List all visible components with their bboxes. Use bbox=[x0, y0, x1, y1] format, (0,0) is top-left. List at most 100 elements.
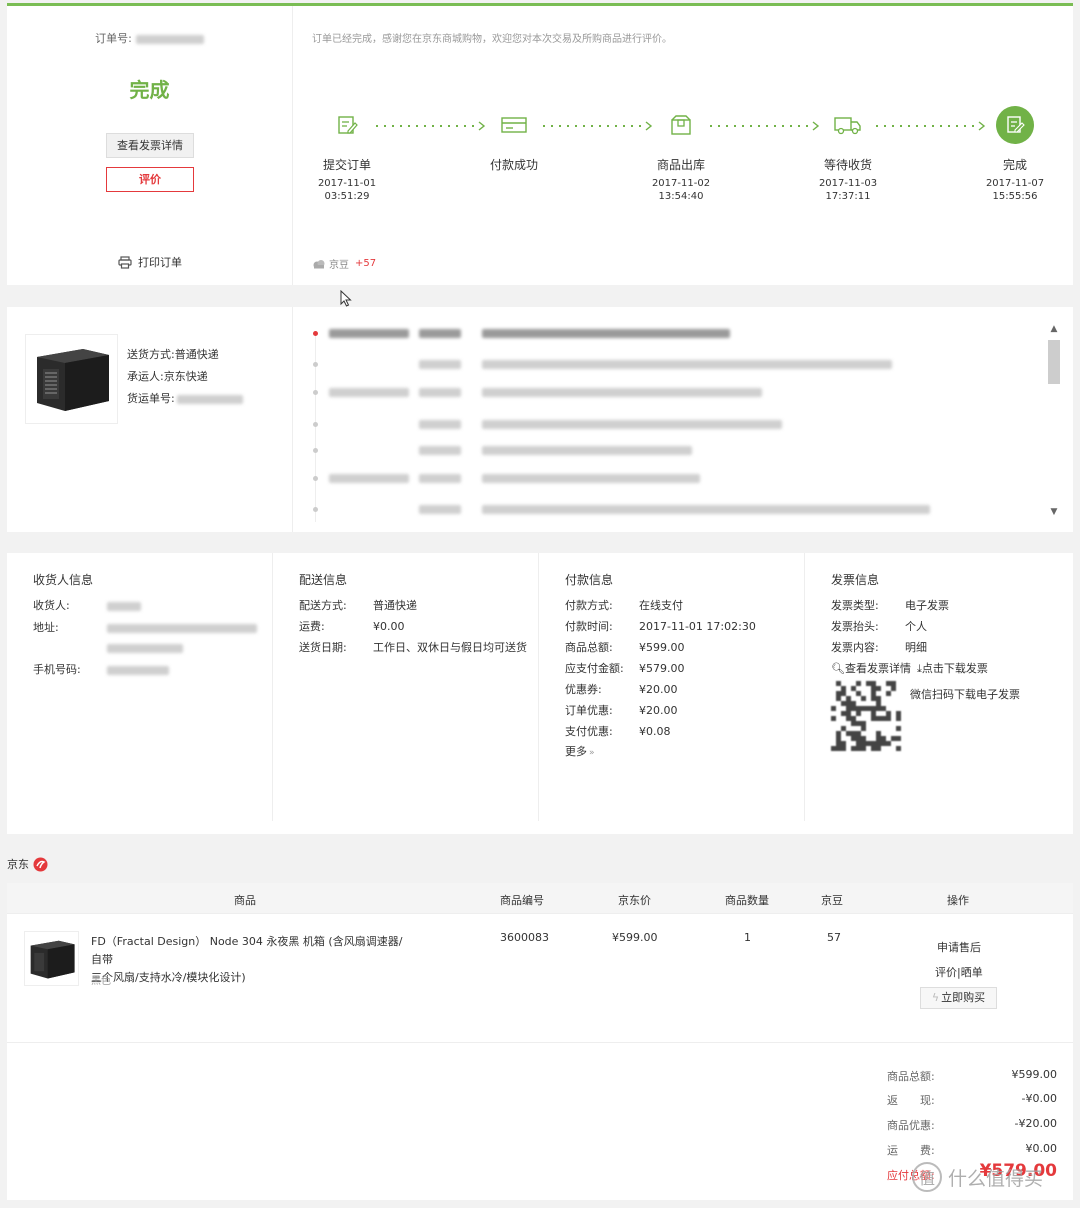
after-sale-link[interactable]: 申请售后 bbox=[937, 939, 981, 955]
receiver-address-line2 bbox=[107, 641, 183, 654]
summary-row: 商品优惠: -¥20.00 bbox=[887, 1117, 1057, 1133]
column-header: 商品编号 bbox=[500, 894, 544, 907]
buy-again-label: 立即购买 bbox=[941, 991, 986, 1004]
payment-row-value: 在线支付 bbox=[639, 599, 683, 612]
summary-label: 运 费: bbox=[887, 1144, 935, 1157]
pc-case-image bbox=[36, 349, 109, 411]
shop-name: 京东 bbox=[7, 858, 29, 871]
column-header: 京豆 bbox=[821, 894, 843, 907]
status-message: 订单已经完成，感谢您在京东商城购物，欢迎您对本次交易及所购商品进行评价。 bbox=[312, 34, 672, 45]
carrier-value: 京东快递 bbox=[163, 370, 208, 383]
order-number: 订单号: bbox=[7, 30, 292, 46]
payment-row-label: 应支付金额: bbox=[565, 662, 624, 675]
product-thumbnail[interactable] bbox=[25, 334, 118, 424]
delivery-fee: 运费: ¥0.00 bbox=[299, 618, 405, 634]
payment-info: 付款信息 付款方式: 在线支付 付款时间: 2017-11-01 17:02:30 … bbox=[539, 553, 805, 821]
status-summary: 订单号: 完成 查看发票详情 评价 打印订单 bbox=[7, 6, 293, 285]
delivery-info-title: 配送信息 bbox=[299, 573, 348, 587]
timeline-dot bbox=[313, 422, 318, 427]
step-name: 付款成功 bbox=[489, 158, 538, 172]
product-thumbnail[interactable] bbox=[24, 931, 79, 986]
shipping-carrier: 承运人:京东快递 bbox=[127, 368, 208, 384]
step-completed: 完成 2017-11-07 15:55:56 bbox=[955, 106, 1075, 203]
product-price: ¥599.00 bbox=[612, 931, 658, 944]
step-date: 2017-11-01 bbox=[317, 178, 377, 189]
scroll-down-icon[interactable]: ▼ bbox=[1047, 507, 1061, 517]
payment-row-value: ¥20.00 bbox=[639, 683, 678, 696]
order-number-label: 订单号: bbox=[95, 32, 132, 45]
receiver-phone-label: 手机号码: bbox=[33, 663, 81, 676]
order-number-value-redacted bbox=[135, 34, 204, 44]
review-button[interactable]: 评价 bbox=[106, 167, 194, 192]
summary-row: 商品总额: ¥599.00 bbox=[887, 1068, 1057, 1084]
mouse-cursor-icon bbox=[340, 290, 352, 307]
buy-again-button[interactable]: ϟ 立即购买 bbox=[920, 987, 997, 1009]
column-header: 商品数量 bbox=[725, 894, 769, 907]
invoice-info-title: 发票信息 bbox=[831, 573, 880, 587]
completed-check-icon bbox=[996, 106, 1034, 144]
step-time: 17:37:11 bbox=[825, 191, 871, 202]
review-share-link[interactable]: 评价|晒单 bbox=[935, 964, 983, 980]
divider bbox=[7, 1042, 1073, 1043]
payment-more-link[interactable]: 更多» bbox=[565, 743, 595, 759]
tracking-row bbox=[307, 327, 1037, 341]
scroll-thumb[interactable] bbox=[1048, 340, 1060, 384]
timeline-dot bbox=[313, 448, 318, 453]
delivery-date-label: 送货日期: bbox=[299, 641, 347, 654]
package-box-icon bbox=[662, 106, 700, 144]
view-invoice-link[interactable]: 🔍︎查看发票详情 bbox=[831, 660, 911, 676]
jingdou-cloud-icon bbox=[313, 259, 325, 268]
payment-row: 付款时间: 2017-11-01 17:02:30 bbox=[565, 618, 756, 634]
payment-row-label: 付款方式: bbox=[565, 599, 613, 612]
step-name: 商品出库 bbox=[656, 158, 705, 172]
tracking-timeline bbox=[307, 322, 1037, 527]
payment-row-label: 商品总额: bbox=[565, 641, 613, 654]
delivery-truck-icon bbox=[829, 106, 867, 144]
invoice-header-value: 个人 bbox=[905, 620, 927, 633]
tracking-row bbox=[307, 358, 1037, 372]
double-chevron-down-icon: » bbox=[589, 748, 595, 758]
tracking-number-redacted bbox=[176, 394, 243, 404]
qr-code-image[interactable] bbox=[831, 681, 901, 751]
table-header: 商品 商品编号 京东价 商品数量 京豆 操作 bbox=[7, 883, 1073, 914]
receiver-phone: 手机号码: bbox=[33, 661, 169, 677]
receiver-address-redacted bbox=[107, 623, 257, 633]
shipping-method: 送货方式:普通快递 bbox=[127, 346, 219, 362]
summary-value: -¥0.00 bbox=[1021, 1092, 1057, 1105]
summary-label: 商品优惠: bbox=[887, 1119, 935, 1132]
payment-row: 付款方式: 在线支付 bbox=[565, 597, 683, 613]
tracking-label: 货运单号: bbox=[127, 392, 175, 405]
view-invoice-button[interactable]: 查看发票详情 bbox=[106, 133, 194, 158]
carrier-label: 承运人: bbox=[127, 370, 164, 383]
shipping-summary: 送货方式:普通快递 承运人:京东快递 货运单号: bbox=[7, 307, 293, 532]
jingdou-reward: 京豆 +57 bbox=[312, 256, 376, 271]
scroll-up-icon[interactable]: ▲ bbox=[1047, 324, 1061, 334]
jd-self-operated-icon[interactable] bbox=[33, 857, 48, 872]
step-date: 2017-11-07 bbox=[985, 178, 1045, 189]
delivery-info: 配送信息 配送方式: 普通快递 运费: ¥0.00 送货日期: 工作日、双休日与假日均… bbox=[273, 553, 539, 821]
receiver-name-label: 收货人: bbox=[33, 599, 70, 612]
product-name-line: 三个风扇/支持水冷/模块化设计) bbox=[91, 971, 246, 984]
step-time: 03:51:29 bbox=[324, 191, 370, 202]
product-name-line: FD（Fractal Design） Node 304 永夜黑 机箱 (含风扇调… bbox=[91, 935, 403, 966]
delivery-method-value: 普通快递 bbox=[373, 599, 417, 612]
payment-row: 支付优惠: ¥0.08 bbox=[565, 723, 671, 739]
step-date: 2017-11-03 bbox=[818, 178, 878, 189]
more-label: 更多 bbox=[565, 745, 587, 758]
invoice-type-value: 电子发票 bbox=[905, 599, 949, 612]
delivery-date-value: 工作日、双休日与假日均可送货 bbox=[373, 641, 527, 654]
order-progress: 订单已经完成，感谢您在京东商城购物，欢迎您对本次交易及所购商品进行评价。 提交订… bbox=[294, 6, 1073, 285]
jingdou-value: +57 bbox=[355, 258, 377, 269]
receiver-phone-redacted bbox=[107, 665, 169, 675]
summary-label: 商品总额: bbox=[887, 1070, 935, 1083]
print-order-link[interactable]: 打印订单 bbox=[118, 254, 182, 270]
summary-value: ¥0.00 bbox=[1025, 1142, 1058, 1155]
column-header: 操作 bbox=[947, 894, 969, 907]
tracking-scrollbar[interactable]: ▲ ▼ bbox=[1047, 324, 1061, 517]
tracking-row bbox=[307, 386, 1037, 400]
receiver-address-redacted bbox=[107, 643, 183, 653]
download-invoice-link[interactable]: ⤓点击下载发票 bbox=[917, 660, 988, 676]
payment-row: 优惠券: ¥20.00 bbox=[565, 681, 678, 697]
shipping-method-value: 普通快递 bbox=[174, 348, 219, 361]
product-name-link[interactable]: FD（Fractal Design） Node 304 永夜黑 机箱 (含风扇调… bbox=[91, 933, 411, 987]
